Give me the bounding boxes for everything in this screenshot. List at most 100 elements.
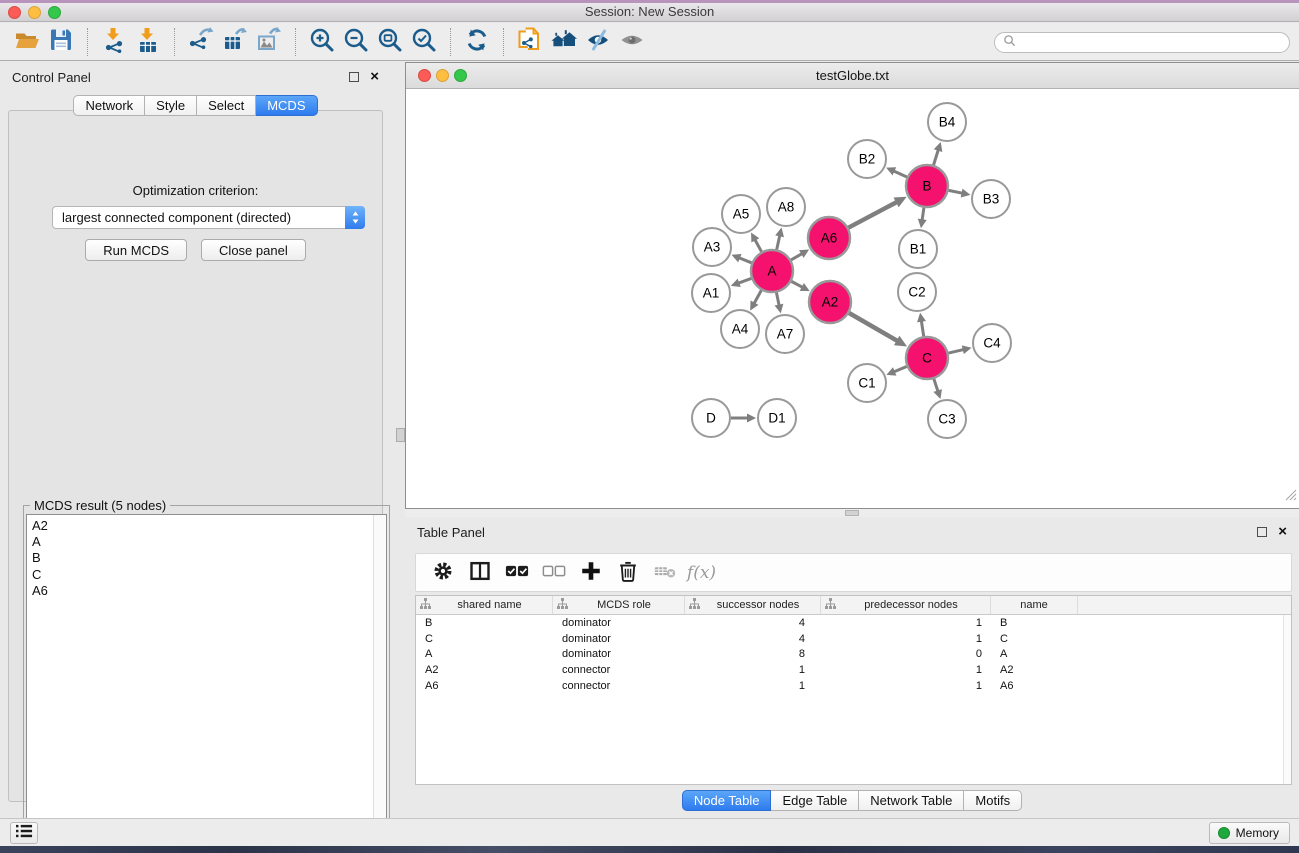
hide-graphics-details-button[interactable] bbox=[581, 26, 615, 58]
tab-style[interactable]: Style bbox=[145, 95, 197, 116]
add-row-button[interactable] bbox=[572, 557, 609, 588]
maximize-network-button[interactable] bbox=[454, 69, 467, 82]
column-header-shared-name[interactable]: shared name bbox=[416, 596, 553, 614]
node-A6[interactable]: A6 bbox=[808, 217, 850, 259]
zoom-fit-button[interactable] bbox=[373, 26, 407, 58]
memory-button[interactable]: Memory bbox=[1209, 822, 1290, 844]
result-list-scrollbar[interactable] bbox=[373, 515, 386, 840]
edge-C-C3[interactable] bbox=[933, 379, 942, 399]
node-C2[interactable]: C2 bbox=[898, 273, 936, 311]
zoom-selected-button[interactable] bbox=[407, 26, 441, 58]
toggle-columns-button[interactable] bbox=[461, 557, 498, 588]
tab-motifs[interactable]: Motifs bbox=[964, 790, 1022, 811]
edge-A-A7[interactable] bbox=[775, 293, 784, 314]
column-header-MCDS-role[interactable]: MCDS role bbox=[553, 596, 685, 614]
refresh-layout-button[interactable] bbox=[460, 26, 494, 58]
tab-network[interactable]: Network bbox=[73, 95, 145, 116]
home-view-button[interactable] bbox=[547, 26, 581, 58]
tab-select[interactable]: Select bbox=[197, 95, 256, 116]
edge-A-A5[interactable] bbox=[751, 232, 761, 251]
column-header-successor-nodes[interactable]: successor nodes bbox=[685, 596, 821, 614]
table-row[interactable]: A2connector11A2 bbox=[416, 662, 1291, 678]
node-C3[interactable]: C3 bbox=[928, 400, 966, 438]
network-window-titlebar[interactable]: testGlobe.txt bbox=[406, 63, 1299, 89]
maximize-window-button[interactable] bbox=[48, 6, 61, 19]
edge-B-B2[interactable] bbox=[886, 167, 907, 177]
export-table-button[interactable] bbox=[218, 26, 252, 58]
horizontal-splitter[interactable] bbox=[405, 509, 1299, 517]
vertical-splitter-handle[interactable] bbox=[396, 428, 405, 442]
table-row[interactable]: A6connector11A6 bbox=[416, 678, 1291, 694]
edge-B-B1[interactable] bbox=[918, 208, 927, 228]
edge-B-B3[interactable] bbox=[949, 189, 971, 198]
import-table-button[interactable] bbox=[131, 26, 165, 58]
edge-C-C4[interactable] bbox=[948, 345, 971, 354]
edge-A-A6[interactable] bbox=[791, 250, 809, 260]
float-icon[interactable] bbox=[349, 72, 359, 82]
close-network-button[interactable] bbox=[418, 69, 431, 82]
export-network-button[interactable] bbox=[184, 26, 218, 58]
node-B4[interactable]: B4 bbox=[928, 103, 966, 141]
node-A5[interactable]: A5 bbox=[722, 195, 760, 233]
result-list-item[interactable]: A bbox=[32, 534, 386, 550]
table-scrollbar[interactable] bbox=[1283, 615, 1291, 784]
node-C4[interactable]: C4 bbox=[973, 324, 1011, 362]
float-icon[interactable] bbox=[1257, 527, 1267, 537]
minimize-network-button[interactable] bbox=[436, 69, 449, 82]
edge-C-C2[interactable] bbox=[917, 313, 926, 336]
node-A8[interactable]: A8 bbox=[767, 188, 805, 226]
result-list-item[interactable]: B bbox=[32, 550, 386, 566]
node-A2[interactable]: A2 bbox=[809, 281, 851, 323]
run-mcds-button[interactable]: Run MCDS bbox=[85, 239, 187, 261]
edge-A-A1[interactable] bbox=[731, 278, 752, 287]
network-canvas[interactable]: B4B2BB3A8A5A6A3B1AA1C2A2A4A7C4CC1DD1C3 bbox=[406, 89, 1299, 508]
edge-A-A2[interactable] bbox=[791, 281, 809, 291]
edge-A-A4[interactable] bbox=[750, 290, 761, 310]
search-input[interactable] bbox=[1021, 36, 1289, 50]
result-list-item[interactable]: C bbox=[32, 567, 386, 583]
close-icon[interactable]: × bbox=[1278, 526, 1287, 537]
edge-B-B4[interactable] bbox=[934, 142, 943, 165]
edge-C-C1[interactable] bbox=[886, 366, 906, 375]
edge-A-A3[interactable] bbox=[731, 254, 751, 263]
open-session-button[interactable] bbox=[10, 26, 44, 58]
edge-A-A8[interactable] bbox=[775, 228, 784, 250]
task-history-button[interactable] bbox=[10, 822, 38, 844]
tab-node-table[interactable]: Node Table bbox=[682, 790, 772, 811]
node-D1[interactable]: D1 bbox=[758, 399, 796, 437]
close-window-button[interactable] bbox=[8, 6, 21, 19]
zoom-out-button[interactable] bbox=[339, 26, 373, 58]
edge-A2-C[interactable] bbox=[849, 313, 907, 347]
resize-grip-icon[interactable] bbox=[1283, 487, 1297, 506]
edge-D-D1[interactable] bbox=[731, 414, 756, 423]
tab-edge-table[interactable]: Edge Table bbox=[771, 790, 859, 811]
horizontal-splitter-handle[interactable] bbox=[845, 510, 859, 516]
tab-network-table[interactable]: Network Table bbox=[859, 790, 964, 811]
save-session-button[interactable] bbox=[44, 26, 78, 58]
node-C[interactable]: C bbox=[906, 337, 948, 379]
table-row[interactable]: Adominator80A bbox=[416, 647, 1291, 663]
show-graphics-details-button[interactable] bbox=[615, 26, 649, 58]
duplicate-network-button[interactable] bbox=[513, 26, 547, 58]
select-all-button[interactable] bbox=[498, 557, 535, 588]
node-B3[interactable]: B3 bbox=[972, 180, 1010, 218]
table-row[interactable]: Bdominator41B bbox=[416, 615, 1291, 631]
export-image-button[interactable] bbox=[252, 26, 286, 58]
node-A1[interactable]: A1 bbox=[692, 274, 730, 312]
result-list-item[interactable]: A6 bbox=[32, 583, 386, 599]
column-header-name[interactable]: name bbox=[991, 596, 1078, 614]
network-graph[interactable]: B4B2BB3A8A5A6A3B1AA1C2A2A4A7C4CC1DD1C3 bbox=[406, 89, 1299, 508]
zoom-in-button[interactable] bbox=[305, 26, 339, 58]
node-D[interactable]: D bbox=[692, 399, 730, 437]
node-B2[interactable]: B2 bbox=[848, 140, 886, 178]
edge-A6-B[interactable] bbox=[848, 197, 906, 228]
close-panel-button[interactable]: Close panel bbox=[201, 239, 306, 261]
column-header-predecessor-nodes[interactable]: predecessor nodes bbox=[821, 596, 991, 614]
tab-mcds[interactable]: MCDS bbox=[256, 95, 317, 116]
delete-row-button[interactable] bbox=[609, 557, 646, 588]
search-box[interactable] bbox=[994, 32, 1290, 53]
node-A4[interactable]: A4 bbox=[721, 310, 759, 348]
deselect-all-button[interactable] bbox=[535, 557, 572, 588]
result-list-item[interactable]: A2 bbox=[32, 518, 386, 534]
import-network-button[interactable] bbox=[97, 26, 131, 58]
